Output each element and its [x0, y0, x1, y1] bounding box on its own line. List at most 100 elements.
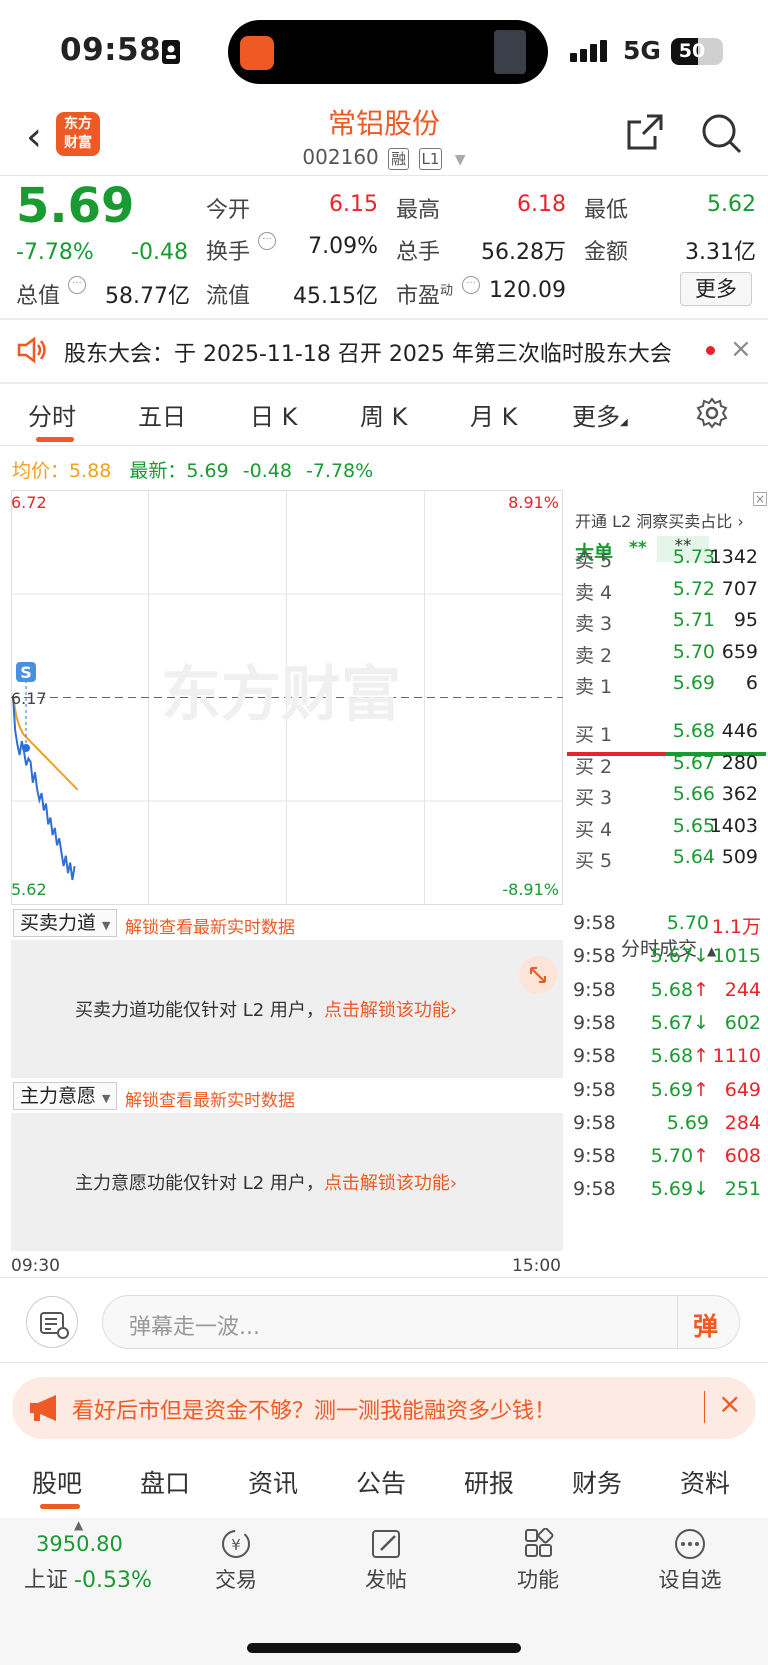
megaphone-icon	[30, 1395, 56, 1421]
trade-price: 5.67↓	[650, 1011, 709, 1034]
index-row[interactable]: 上证 -0.53%	[24, 1562, 152, 1594]
svg-text:¥: ¥	[231, 1536, 241, 1554]
pe-value: 120.09	[489, 278, 566, 303]
nav-trade-label: 交易	[215, 1568, 257, 1592]
trade-row: 9:58 5.69 284	[563, 1112, 768, 1142]
close-icon[interactable]: ×	[753, 492, 767, 506]
pct-top-label: 8.91%	[508, 493, 559, 512]
panel2-lock-text[interactable]: 解锁查看最新实时数据	[125, 1086, 295, 1111]
grid-icon	[525, 1528, 554, 1557]
last-pct: -7.78%	[305, 460, 374, 482]
trade-price: 5.69↓	[650, 1178, 709, 1201]
bid-row[interactable]: 买 1 5.68 446	[563, 720, 768, 750]
info-tabs: 股吧 盘口 资讯 公告 研报 财务 资料	[0, 1448, 768, 1512]
mktcap-label: 总值	[16, 284, 61, 309]
panel1-lock-text[interactable]: 解锁查看最新实时数据	[125, 913, 295, 938]
tab-finance[interactable]: 财务	[572, 1464, 622, 1500]
bid-row[interactable]: 买 5 5.64 509	[563, 846, 768, 876]
trade-row: 9:58 5.67↓ 602	[563, 1012, 768, 1042]
tab-weekly-k[interactable]: 周 K	[360, 397, 407, 432]
info-icon[interactable]: ···	[68, 276, 86, 294]
expand-icon[interactable]	[519, 956, 557, 994]
notes-icon[interactable]	[26, 1296, 78, 1348]
ask-level: 卖 5	[575, 550, 613, 572]
settings-gear-icon[interactable]	[696, 397, 728, 429]
nav-post[interactable]: 发帖	[336, 1528, 436, 1594]
close-icon[interactable]: ×	[730, 334, 752, 364]
ask-row[interactable]: 卖 2 5.70 659	[563, 641, 768, 671]
index-pct: -0.53%	[74, 1568, 152, 1593]
trade-volume: 1110	[712, 1045, 761, 1068]
panel1-unlock-link[interactable]: 点击解锁该功能›	[324, 1000, 457, 1021]
nav-functions[interactable]: 功能	[488, 1528, 588, 1594]
promo-banner[interactable]: 看好后市但是资金不够？测一测我能融资多少钱！ ×	[12, 1377, 756, 1439]
status-time: 09:58	[60, 32, 162, 68]
status-bar: 09:58 5G 50	[0, 0, 768, 100]
info-icon[interactable]: ···	[258, 232, 276, 250]
bid-level: 买 2	[575, 755, 613, 778]
nav-functions-label: 功能	[517, 1568, 559, 1592]
trade-volume: 602	[724, 1011, 761, 1034]
tab-news[interactable]: 资讯	[248, 1464, 298, 1500]
signal-icon	[570, 40, 610, 62]
tab-pankou[interactable]: 盘口	[140, 1464, 190, 1500]
index-value[interactable]: 3950.80	[36, 1532, 123, 1556]
nav-add-watchlist[interactable]: 设自选	[640, 1528, 740, 1594]
intraday-chart[interactable]: 东方财富 S 6.72 6.17 5.62 8.91% -8.91%	[11, 490, 563, 905]
ask-volume: 95	[733, 609, 758, 631]
more-dots-icon	[675, 1529, 705, 1559]
tab-guba[interactable]: 股吧	[32, 1464, 82, 1500]
tab-intraday[interactable]: 分时	[28, 397, 76, 432]
ask-row[interactable]: 卖 4 5.72 707	[563, 578, 768, 608]
panel1-dropdown[interactable]: 买卖力道 ▼	[13, 909, 118, 937]
pe-label: 市盈动	[396, 278, 453, 310]
trade-price: 5.69↑	[650, 1078, 709, 1101]
bid-volume: 280	[721, 751, 758, 774]
index-name: 上证	[24, 1568, 69, 1593]
nav-trade[interactable]: ¥ 交易	[186, 1528, 286, 1594]
watermark: 东方财富	[161, 660, 401, 730]
ask-row[interactable]: 卖 1 5.69 6	[563, 672, 768, 702]
ask-volume: 6	[745, 672, 758, 694]
tab-monthly-k[interactable]: 月 K	[470, 397, 517, 432]
danmaku-input[interactable]: 弹幕走一波... 弹	[102, 1295, 740, 1349]
search-icon[interactable]	[700, 112, 742, 154]
app-activity-icon	[240, 36, 274, 70]
bid-volume: 509	[721, 846, 758, 868]
panel2-dropdown[interactable]: 主力意愿 ▼	[13, 1082, 118, 1110]
high-value: 6.18	[517, 192, 566, 217]
tab-profile[interactable]: 资料	[680, 1464, 730, 1500]
panel1-message: 买卖力道功能仅针对 L2 用户，点击解锁该功能›	[75, 996, 457, 1022]
notice-bar[interactable]: 股东大会：于 2025-11-18 召开 2025 年第三次临时股东大会 ×	[0, 320, 768, 380]
marker-dot	[22, 744, 30, 752]
danmaku-send-button[interactable]: 弹	[693, 1307, 718, 1343]
bid-row[interactable]: 买 4 5.65 1403	[563, 815, 768, 845]
danmaku-placeholder: 弹幕走一波...	[129, 1315, 260, 1340]
bid-row[interactable]: 买 3 5.66 362	[563, 783, 768, 813]
more-button[interactable]: 更多	[680, 272, 752, 306]
level-tag: L1	[418, 148, 443, 170]
trade-time: 9:58	[573, 1078, 616, 1101]
trade-time: 9:58	[573, 1145, 616, 1168]
panel1-title: 买卖力道	[20, 912, 97, 934]
bid-row[interactable]: 买 2 5.67 280	[563, 752, 768, 782]
trade-price: 5.70	[666, 912, 709, 934]
ask-level: 卖 1	[575, 676, 613, 698]
tab-daily-k[interactable]: 日 K	[250, 397, 297, 432]
trade-price: 5.67↓	[650, 945, 709, 968]
close-icon[interactable]: ×	[718, 1387, 741, 1420]
share-icon[interactable]	[625, 112, 665, 152]
caret-up-icon: ▲	[74, 1518, 84, 1532]
dropdown-icon: ▼	[102, 1092, 111, 1105]
panel1-body: 买卖力道功能仅针对 L2 用户，点击解锁该功能›	[11, 940, 563, 1078]
ask-row[interactable]: 卖 3 5.71 95	[563, 609, 768, 639]
tab-5day[interactable]: 五日	[138, 397, 186, 432]
y-bottom-label: 5.62	[11, 880, 47, 899]
panel2-unlock-link[interactable]: 点击解锁该功能›	[324, 1173, 457, 1194]
tab-more[interactable]: 更多◢	[572, 397, 628, 432]
bid-volume: 362	[721, 783, 758, 805]
tab-announcements[interactable]: 公告	[356, 1464, 406, 1500]
l2-promo[interactable]: 开通 L2 洞察买卖占比 ›	[575, 508, 744, 532]
ask-row[interactable]: 卖 5 5.73 1342	[563, 546, 768, 576]
tab-research[interactable]: 研报	[464, 1464, 514, 1500]
